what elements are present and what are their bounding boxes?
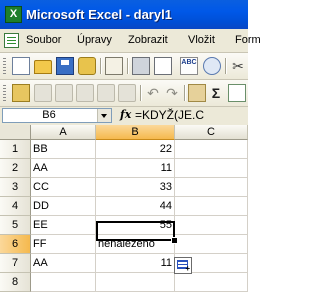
menu-insert[interactable]: Vložit xyxy=(188,34,215,46)
cell-a3[interactable]: CC xyxy=(31,178,96,197)
cell-a7[interactable]: AA xyxy=(31,254,96,273)
toolbar-separator xyxy=(225,58,226,74)
cell-b3[interactable]: 33 xyxy=(96,178,175,197)
cell-b1[interactable]: 22 xyxy=(96,140,175,159)
save-icon[interactable] xyxy=(56,57,74,75)
undo-icon[interactable]: ↶ xyxy=(144,84,162,102)
cell-c4[interactable] xyxy=(175,197,248,216)
column-header-b[interactable]: B xyxy=(96,125,175,140)
review-icon[interactable] xyxy=(76,84,94,102)
menu-format[interactable]: Form xyxy=(235,34,261,46)
cell-c8[interactable] xyxy=(175,273,248,292)
row-header[interactable]: 4 xyxy=(0,197,31,216)
row-header[interactable]: 8 xyxy=(0,273,31,292)
cell-b7[interactable]: 11 xyxy=(96,254,175,273)
email-icon[interactable] xyxy=(105,57,123,75)
cell-c1[interactable] xyxy=(175,140,248,159)
permission-icon[interactable] xyxy=(78,57,96,75)
cell-a5[interactable]: EE xyxy=(31,216,96,235)
toolbar-separator xyxy=(184,85,185,101)
cell-a4[interactable]: DD xyxy=(31,197,96,216)
cut-icon[interactable]: ✂ xyxy=(229,57,247,75)
name-box-value: B6 xyxy=(42,109,56,121)
mail-recipient-icon[interactable] xyxy=(118,84,136,102)
print-icon[interactable] xyxy=(132,57,150,75)
standard-toolbar: ABC ✂ xyxy=(0,53,248,80)
menu-edit[interactable]: Úpravy xyxy=(77,34,112,46)
open-icon[interactable] xyxy=(34,60,52,74)
reviewing-toolbar: ↶ ↷ Σ xyxy=(0,80,248,107)
column-header-c[interactable]: C xyxy=(175,125,248,140)
redo-icon[interactable]: ↷ xyxy=(163,84,181,102)
insert-function-icon[interactable]: fx xyxy=(120,108,131,121)
compare-icon[interactable] xyxy=(97,84,115,102)
select-all-corner[interactable] xyxy=(0,125,31,140)
cell-b4[interactable]: 44 xyxy=(96,197,175,216)
cell-a1[interactable]: BB xyxy=(31,140,96,159)
menu-view[interactable]: Zobrazit xyxy=(128,34,168,46)
menu-bar: Soubor Úpravy Zobrazit Vložit Form xyxy=(0,29,261,53)
row-header[interactable]: 5 xyxy=(0,216,31,235)
fill-handle[interactable] xyxy=(171,237,178,244)
menu-file[interactable]: Soubor xyxy=(26,34,61,46)
name-box[interactable]: B6 xyxy=(2,108,112,123)
autosum-icon[interactable]: Σ xyxy=(207,84,225,102)
reply-icon[interactable] xyxy=(34,84,52,102)
cell-c2[interactable] xyxy=(175,159,248,178)
window-title: Microsoft Excel - daryl1 xyxy=(26,7,172,22)
spelling-icon[interactable]: ABC xyxy=(180,57,198,75)
cell-b2[interactable]: 11 xyxy=(96,159,175,178)
cell-a6[interactable]: FF xyxy=(31,235,96,254)
chevron-down-icon[interactable] xyxy=(97,109,111,122)
cell-b6[interactable]: nenalezeno xyxy=(96,235,175,254)
cell-a8[interactable] xyxy=(31,273,96,292)
cell-b5[interactable]: 55 xyxy=(96,216,175,235)
toolbar-grip[interactable] xyxy=(3,85,6,101)
track-icon[interactable] xyxy=(55,84,73,102)
title-bar[interactable]: X Microsoft Excel - daryl1 xyxy=(0,0,248,30)
row-header[interactable]: 1 xyxy=(0,140,31,159)
row-header[interactable]: 3 xyxy=(0,178,31,197)
formula-bar: B6 fx =KDYŽ(JE.C xyxy=(0,107,248,126)
row-header[interactable]: 6 xyxy=(0,235,31,254)
cell-c5[interactable] xyxy=(175,216,248,235)
row-header[interactable]: 7 xyxy=(0,254,31,273)
research-icon[interactable] xyxy=(203,57,221,75)
new-icon[interactable] xyxy=(12,57,30,75)
formula-input[interactable]: =KDYŽ(JE.C xyxy=(135,108,204,122)
workbook-icon[interactable] xyxy=(4,33,19,48)
cell-b8[interactable] xyxy=(96,273,175,292)
print-preview-icon[interactable] xyxy=(154,57,172,75)
toolbar-grip[interactable] xyxy=(3,58,6,74)
sheet-icon[interactable] xyxy=(228,84,246,102)
toolbar-separator xyxy=(127,58,128,74)
cell-c3[interactable] xyxy=(175,178,248,197)
toolbar-separator xyxy=(100,58,101,74)
cell-c6[interactable] xyxy=(175,235,248,254)
cell-a2[interactable]: AA xyxy=(31,159,96,178)
autofill-options-icon[interactable]: + xyxy=(174,257,192,274)
ink-icon[interactable] xyxy=(12,84,30,102)
row-header[interactable]: 2 xyxy=(0,159,31,178)
excel-icon[interactable]: X xyxy=(5,6,22,23)
hyperlink-icon[interactable] xyxy=(188,84,206,102)
column-header-a[interactable]: A xyxy=(31,125,96,140)
toolbar-separator xyxy=(140,85,141,101)
